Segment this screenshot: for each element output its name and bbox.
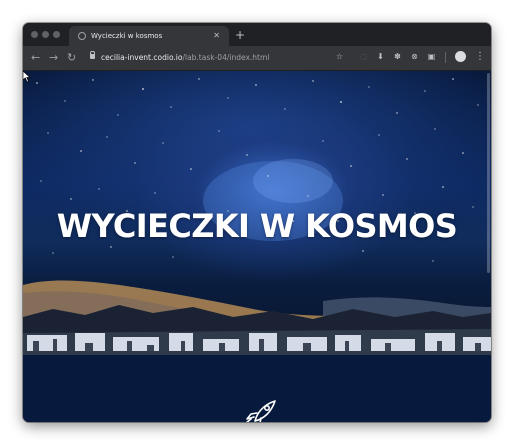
reload-button[interactable]: ↻ (67, 51, 76, 65)
url-text[interactable]: cecilia-invent.codio.io/lab.task-04/inde… (101, 52, 269, 64)
profile-avatar-icon[interactable] (455, 51, 466, 62)
menu-icon[interactable]: ⋮ (475, 50, 485, 64)
rocket-icon (245, 400, 276, 422)
extension-icon[interactable]: ⊗ (410, 52, 419, 61)
hero-title: WYCIECZKI W KOSMOS (56, 207, 458, 245)
tab-title: Wycieczki w kosmos (91, 32, 163, 40)
mouse-cursor-icon (23, 71, 31, 83)
url-path: /lab.task-04/index.html (182, 53, 270, 62)
browser-window: Wycieczki w kosmos ✕ + ← → ↻ cecilia-inv… (23, 23, 491, 422)
favicon-icon (78, 32, 86, 40)
url-host: cecilia-invent.codio.io (101, 53, 183, 62)
new-tab-button[interactable]: + (235, 29, 245, 41)
features-section (23, 355, 491, 422)
hero-section: WYCIECZKI W KOSMOS (23, 71, 491, 355)
page-scrollbar[interactable] (487, 73, 490, 273)
browser-toolbar: ← → ↻ cecilia-invent.codio.io/lab.task-0… (23, 46, 491, 71)
download-icon[interactable]: ⬇ (376, 52, 385, 61)
back-button[interactable]: ← (31, 51, 40, 65)
extension-icon[interactable]: ✽ (393, 52, 402, 61)
tab-close-button[interactable]: ✕ (213, 30, 220, 42)
extension-icon[interactable]: ◌ (359, 52, 368, 61)
lock-icon (90, 51, 95, 59)
window-zoom-dot[interactable] (53, 31, 60, 38)
tab-strip: Wycieczki w kosmos ✕ + (23, 23, 491, 46)
extension-icon[interactable]: ▣ (427, 52, 436, 61)
toolbar-divider (445, 52, 446, 63)
page-viewport: WYCIECZKI W KOSMOS (23, 71, 491, 422)
browser-tab[interactable]: Wycieczki w kosmos ✕ (69, 26, 229, 46)
forward-button[interactable]: → (49, 51, 58, 65)
window-close-dot[interactable] (31, 31, 38, 38)
bookmark-star-icon[interactable]: ☆ (335, 52, 344, 61)
window-minimize-dot[interactable] (42, 31, 49, 38)
address-bar[interactable]: cecilia-invent.codio.io/lab.task-04/inde… (85, 50, 343, 66)
